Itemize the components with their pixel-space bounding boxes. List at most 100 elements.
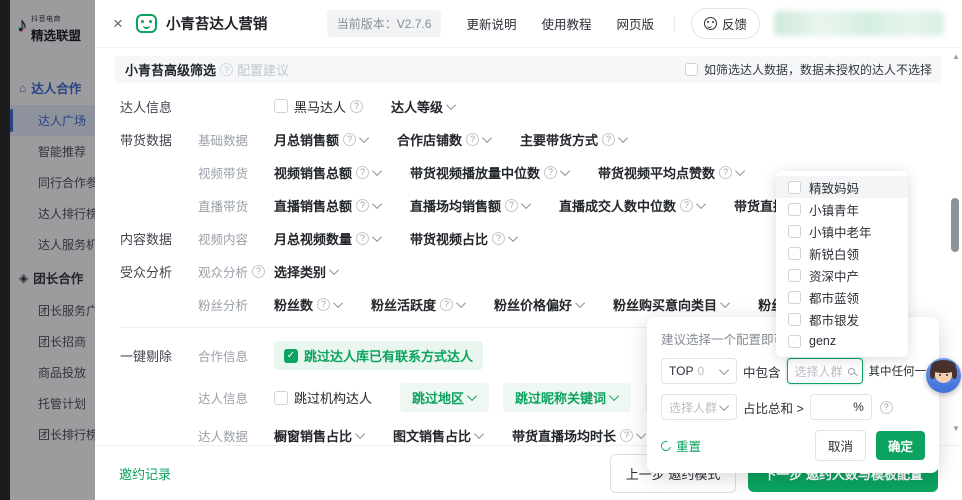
filter-label: 带货视频平均点赞数 [598,165,716,181]
filter-video-play-median[interactable]: 带货视频播放量中位数? [410,163,571,182]
crowd-select[interactable]: 选择人群 [661,394,737,420]
help-icon[interactable]: ? [466,132,480,146]
filter-main-sales-mode[interactable]: 主要带货方式? [520,130,629,149]
option-checkbox[interactable] [788,180,801,194]
filter-live-buyers-median[interactable]: 直播成交人数中位数? [559,196,707,215]
filter-video-avg-likes[interactable]: 带货视频平均点赞数? [598,163,746,182]
filter-image-text-sales-ratio[interactable]: 图文销售占比 [393,426,485,445]
dropdown-option[interactable]: 小镇青年 [776,198,908,220]
help-icon[interactable]: ? [350,99,364,113]
help-icon[interactable]: ? [620,428,634,442]
option-checkbox[interactable] [788,334,801,348]
invite-records-link[interactable]: 邀约记录 [119,464,171,483]
help-icon[interactable]: ? [356,231,370,245]
skip-agency-talent[interactable]: 跳过机构达人 [274,388,372,407]
scroll-down-icon[interactable]: ▼ [950,424,962,433]
filter-label: 粉丝活跃度 [371,297,437,313]
help-icon[interactable]: ? [356,165,370,179]
confirm-button[interactable]: 确定 [875,431,925,460]
help-icon[interactable]: ? [544,165,558,179]
chevron-down-icon [609,391,620,402]
modal-dim-overlay [0,0,95,500]
filter-fans-price-pref[interactable]: 粉丝价格偏好 [494,295,586,314]
webversion-link[interactable]: 网页版 [616,14,654,33]
scrollbar-thumb[interactable] [951,198,959,252]
chevron-down-icon [372,165,383,176]
option-checkbox[interactable] [788,202,801,216]
percent-input[interactable]: % [809,394,872,420]
auth-filter-checkbox[interactable] [684,63,698,76]
reset-icon [659,438,673,453]
chevron-down-icon [359,132,370,143]
config-suggestion-label: 配置建议 [237,63,290,78]
help-icon[interactable]: ? [317,297,331,311]
option-checkbox[interactable] [788,224,801,238]
checked-checkbox[interactable]: ✓ [284,348,298,363]
filter-talent-level[interactable]: 达人等级 [391,97,457,116]
filter-fans-activity[interactable]: 粉丝活跃度? [371,295,467,314]
filter-coop-shops[interactable]: 合作店铺数? [397,130,493,149]
subcategory-live-sales: 直播带货 [198,199,249,214]
changelog-link[interactable]: 更新说明 [466,14,516,33]
dropdown-option[interactable]: 都市蓝领 [776,286,908,308]
dropdown-option[interactable]: 资深中产 [776,264,908,286]
help-icon[interactable]: ? [602,132,616,146]
dropdown-option[interactable]: 小镇中老年 [776,220,908,242]
dropdown-option[interactable]: 都市银发 [776,308,908,330]
filter-label: 带货直播场均时长 [512,428,617,444]
dropdown-option[interactable]: genz [776,330,908,352]
filter-fans-count[interactable]: 粉丝数? [274,295,344,314]
help-icon[interactable]: ? [252,264,266,278]
filter-showcase-sales-ratio[interactable]: 橱窗销售占比 [274,426,366,445]
option-checkbox[interactable] [788,290,801,304]
chevron-down-icon [560,165,571,176]
filter-sales-video-ratio[interactable]: 带货视频占比? [410,229,519,248]
option-label: 资深中产 [809,269,860,284]
filter-live-avg-sales[interactable]: 直播场均销售额? [410,196,532,215]
help-icon[interactable]: ? [879,400,893,414]
filter-live-avg-duration[interactable]: 带货直播场均时长? [512,426,647,445]
skip-agency-checkbox[interactable] [274,390,288,405]
help-icon[interactable]: ? [719,165,733,179]
chevron-down-icon [575,297,586,308]
reset-button[interactable]: 重置 [659,436,701,455]
smiley-icon [703,17,717,30]
cancel-button[interactable]: 取消 [814,430,866,461]
filter-label: 合作店铺数 [397,132,463,148]
filter-monthly-video-count[interactable]: 月总视频数量? [274,229,383,248]
option-checkbox[interactable] [788,268,801,282]
tutorial-link[interactable]: 使用教程 [541,14,591,33]
pill-label: 跳过昵称关键词 [515,391,607,406]
help-icon[interactable]: ? [680,198,694,212]
dropdown-option[interactable]: 新锐白领 [776,242,908,264]
filter-heima-talent[interactable]: 黑马达人 ? [274,97,364,116]
help-icon[interactable]: ? [220,63,234,76]
crowd-search-input[interactable]: 选择人群 [786,358,863,384]
filter-select-category[interactable]: 选择类别 [274,262,340,281]
top-select[interactable]: TOP 0 [661,358,737,384]
feedback-button[interactable]: 反馈 [690,8,760,39]
skip-region-pill[interactable]: 跳过地区 [400,383,490,412]
option-checkbox[interactable] [788,312,801,326]
help-icon[interactable]: ? [440,297,454,311]
assistant-avatar[interactable] [926,358,961,393]
help-icon[interactable]: ? [356,198,370,212]
subcategory-talent-info: 达人信息 [198,392,249,406]
close-icon[interactable]: × [113,15,123,32]
skip-nickname-keyword-pill[interactable]: 跳过昵称关键词 [503,383,632,412]
modal-header: × 小青苔达人营销 当前版本：V2.7.6 更新说明 使用教程 网页版 反馈 [95,0,962,48]
filter-video-sales-total[interactable]: 视频销售总额? [274,163,383,182]
app-robot-icon [135,14,157,33]
help-icon[interactable]: ? [505,198,519,212]
option-checkbox[interactable] [788,246,801,260]
scroll-up-icon[interactable]: ▲ [950,52,962,61]
filter-live-sales-total[interactable]: 直播销售总额? [274,196,383,215]
skip-existing-contacts-toggle[interactable]: ✓ 跳过达人库已有联系方式达人 [274,341,484,370]
filter-monthly-sales[interactable]: 月总销售额? [274,130,370,149]
filter-fans-purchase-intent[interactable]: 粉丝购买意向类目 [613,295,731,314]
help-icon[interactable]: ? [492,231,506,245]
heima-checkbox[interactable] [274,99,288,113]
chevron-down-icon [696,198,707,209]
help-icon[interactable]: ? [343,132,357,146]
dropdown-option[interactable]: 精致妈妈 [776,176,908,198]
